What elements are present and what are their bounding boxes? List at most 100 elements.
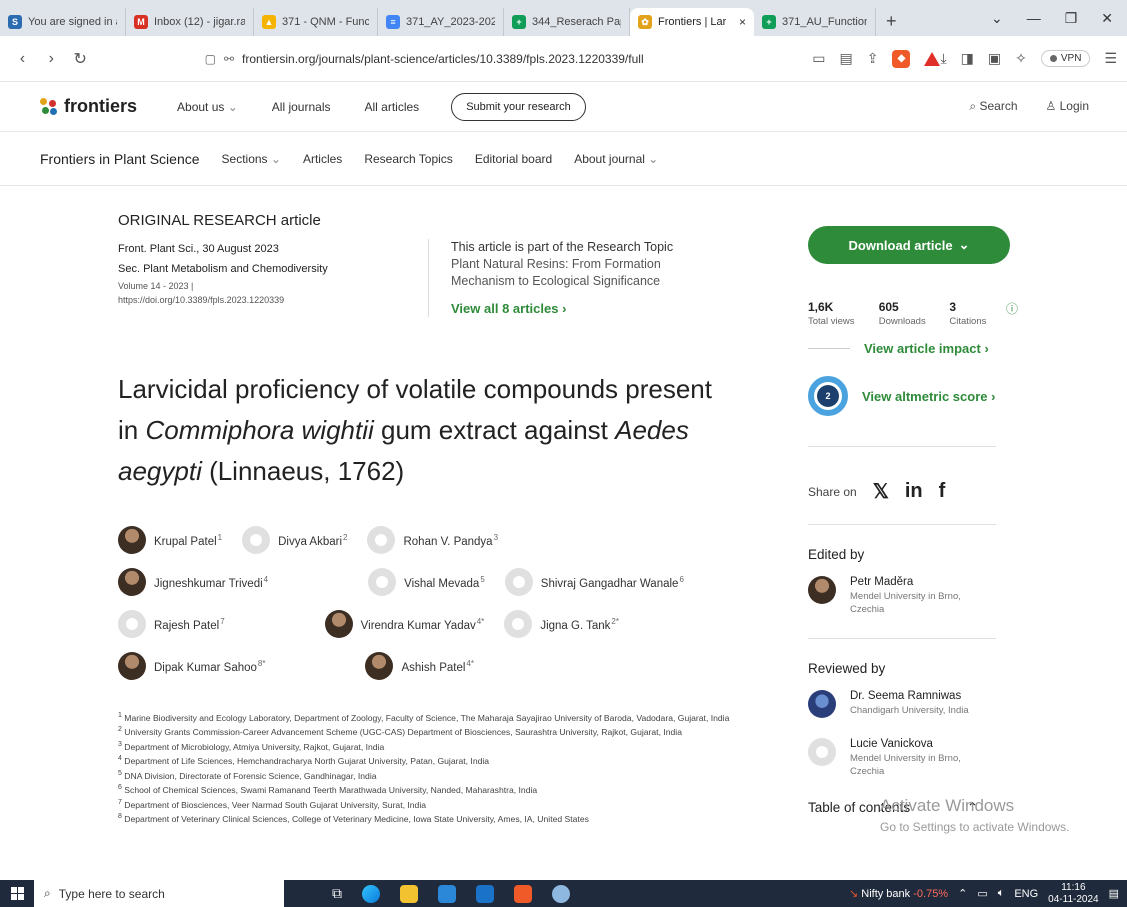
menu-icon[interactable]: ☰ [1104, 50, 1117, 67]
view-all-label: View all 8 articles [451, 301, 559, 316]
author-chip[interactable]: Virendra Kumar Yadav4* [324, 610, 484, 638]
browser-tab[interactable]: M Inbox (12) - jigar.ra [126, 8, 254, 36]
tab-title: 371 - QNM - Func [282, 16, 369, 28]
view-all-articles-link[interactable]: View all 8 articles › [451, 300, 701, 317]
author-chip[interactable]: Krupal Patel1 [118, 526, 222, 554]
linkedin-icon[interactable]: in [905, 480, 923, 503]
info-icon[interactable]: ⓘ [1006, 300, 1018, 327]
editor[interactable]: Petr Maděra Mendel University in Brno, Cz… [808, 576, 1018, 616]
new-tab-button[interactable]: + [876, 11, 907, 32]
facebook-icon[interactable]: f [939, 480, 946, 503]
taskbar-search[interactable]: ⌕ Type here to search [34, 880, 284, 907]
minimize-button[interactable]: — [1027, 10, 1041, 26]
view-altmetric-link[interactable]: 2 View altmetric score › [808, 376, 1018, 416]
close-tab-icon[interactable]: × [739, 15, 746, 29]
avatar [368, 568, 397, 596]
close-window-button[interactable]: ✕ [1101, 10, 1113, 27]
journal-nav-sections[interactable]: Sections ⌄ [222, 152, 281, 166]
frontiers-logo[interactable]: frontiers [40, 96, 137, 117]
store-icon[interactable] [438, 884, 456, 903]
journal-nav-articles[interactable]: Articles [303, 152, 342, 166]
section[interactable]: Sec. Plant Metabolism and Chemodiversity [118, 259, 428, 279]
author-chip[interactable]: Divya Akbari2 [242, 526, 347, 554]
mail-icon[interactable] [476, 884, 494, 903]
download-article-button[interactable]: Download article ⌄ [808, 226, 1010, 264]
article-type: ORIGINAL RESEARCH article [118, 212, 321, 229]
brave-rewards-icon[interactable] [924, 51, 941, 66]
author-chip[interactable]: Rajesh Patel7 [118, 610, 225, 638]
start-button[interactable] [0, 887, 34, 900]
x-twitter-icon[interactable]: 𝕏 [873, 479, 889, 504]
author-name: Ashish Patel4* [401, 658, 474, 674]
altmetric-label: View altmetric score [862, 388, 988, 404]
author-name: Jigna G. Tank2* [540, 616, 619, 632]
nav-all-articles[interactable]: All articles [365, 100, 420, 114]
paint-icon[interactable] [552, 884, 570, 903]
nav-about-us[interactable]: About us ⌄ [177, 100, 238, 114]
stock-ticker[interactable]: ↘ Nifty bank -0.75% [849, 887, 948, 900]
window-controls: ⌄ — ❐ ✕ [991, 10, 1127, 27]
reviewer[interactable]: Dr. Seema Ramniwas Chandigarh University,… [808, 690, 1018, 718]
volume-icon[interactable]: 🔈︎ [998, 887, 1005, 900]
author-chip[interactable]: Rohan V. Pandya3 [367, 526, 498, 554]
view-article-impact-link[interactable]: View article impact › [808, 341, 1018, 356]
site-info-icon[interactable]: ⚯ [224, 52, 234, 66]
submit-research-button[interactable]: Submit your research [451, 92, 586, 121]
browser-tab[interactable]: ▲ 371 - QNM - Func [254, 8, 378, 36]
back-icon[interactable]: ‹ [8, 50, 37, 68]
avatar [808, 690, 836, 718]
task-view-icon[interactable]: ⧉ [332, 885, 342, 902]
browser-tab[interactable]: +344_Reserach Pape [504, 8, 630, 36]
user-placeholder-icon [375, 534, 388, 546]
author-chip[interactable]: Shivraj Gangadhar Wanale6 [504, 568, 684, 596]
journal-nav-about-journal[interactable]: About journal ⌄ [574, 152, 658, 166]
login-button[interactable]: ♙ Login [1046, 99, 1089, 114]
file-explorer-icon[interactable] [400, 884, 418, 903]
download-icon[interactable]: ⤓ [940, 50, 946, 67]
author-chip[interactable]: Ashish Patel4* [365, 652, 474, 680]
notification-icon[interactable]: ▤ [1109, 887, 1119, 900]
cast-icon[interactable]: ▭ [812, 50, 825, 67]
author-name: Rajesh Patel7 [154, 616, 225, 632]
language-indicator[interactable]: ENG [1014, 888, 1038, 900]
browser-tab[interactable]: S You are signed in a [0, 8, 126, 36]
author-chip[interactable]: Vishal Mevada5 [368, 568, 485, 596]
share-icon[interactable]: ⇪ [867, 50, 879, 67]
chevron-down-icon: ⌄ [958, 237, 970, 252]
maximize-button[interactable]: ❐ [1065, 10, 1078, 27]
brave-icon[interactable] [514, 884, 532, 903]
vpn-button[interactable]: VPN [1040, 50, 1091, 67]
doi-link[interactable]: https://doi.org/10.3389/fpls.2023.122033… [118, 293, 428, 307]
tray-overflow-icon[interactable]: ⌃ [958, 887, 967, 900]
author-chip[interactable]: Dipak Kumar Sahoo8* [118, 652, 265, 680]
favicon-icon: ✿ [638, 15, 652, 29]
tab-search-icon[interactable]: ⌄ [991, 10, 1003, 27]
url-field[interactable]: ▢ ⚯ frontiersin.org/journals/plant-scien… [205, 52, 783, 66]
nav-all-journals[interactable]: All journals [272, 100, 331, 114]
author-chip[interactable]: Jigna G. Tank2* [504, 610, 619, 638]
reviewer[interactable]: Lucie Vanickova Mendel University in Brno… [808, 738, 1018, 778]
sidebar-icon[interactable]: ◨ [961, 50, 974, 67]
browser-tab[interactable]: ✿ Frontiers | Lar × [630, 8, 754, 36]
network-icon[interactable]: ▭ [977, 887, 987, 900]
avatar [808, 576, 836, 604]
browser-tab[interactable]: ≡ 371_AY_2023-2024 [378, 8, 504, 36]
author-chip[interactable]: Jigneshkumar Trivedi4 [118, 568, 268, 596]
wallet-icon[interactable]: ▣ [988, 50, 1001, 67]
bookmark-icon[interactable]: ▢ [205, 52, 216, 66]
reload-icon[interactable]: ↻ [66, 49, 95, 69]
edge-icon[interactable] [362, 884, 380, 903]
topic-name[interactable]: Plant Natural Resins: From Formation Mec… [451, 256, 701, 290]
clock[interactable]: 11:16 04-11-2024 [1048, 882, 1098, 906]
journal-nav-editorial-board[interactable]: Editorial board [475, 152, 552, 166]
search-button[interactable]: ⌕ Search [969, 99, 1017, 114]
forward-icon[interactable]: › [37, 50, 66, 68]
brave-shields-icon[interactable]: ◆ [892, 49, 911, 68]
person-affiliation: Mendel University in Brno, Czechia [850, 591, 961, 615]
journal-title[interactable]: Frontiers in Plant Science [40, 151, 200, 167]
leo-icon[interactable]: ✧ [1015, 50, 1027, 67]
journal-nav-research-topics[interactable]: Research Topics [364, 152, 453, 166]
reader-icon[interactable]: ▤ [839, 50, 852, 67]
browser-tab[interactable]: +371_AU_Functiona [754, 8, 876, 36]
user-placeholder-icon [816, 746, 828, 758]
